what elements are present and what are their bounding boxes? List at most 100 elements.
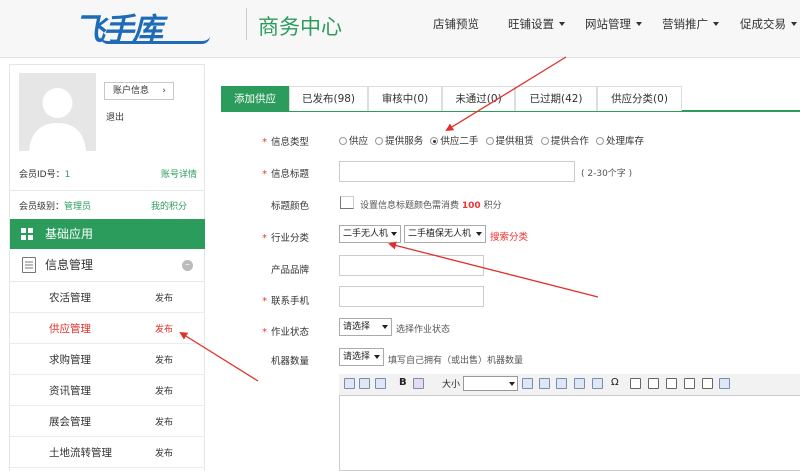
radio-cooperation[interactable]: 提供合作 (540, 136, 589, 147)
publish-link[interactable]: 发布 (155, 384, 173, 397)
work-status-select[interactable]: 请选择 (339, 318, 392, 336)
radio-secondhand[interactable]: 供应二手 (430, 136, 478, 147)
menu-label[interactable]: 求购管理 (49, 352, 91, 367)
sidebar-basic-app[interactable]: 基础应用 (10, 219, 205, 249)
menu-item-supply[interactable] (10, 313, 205, 344)
chevron-right-icon: › (162, 86, 166, 96)
title-hint: ( 2-30个字 ) (581, 169, 633, 179)
avatar (19, 73, 96, 151)
member-id-label: 会员ID号：1 (19, 170, 71, 180)
machine-count-label: 机器数量 (270, 356, 309, 367)
sidebar-info-management[interactable]: 信息管理 (10, 249, 205, 282)
publish-link[interactable]: 发布 (155, 415, 173, 428)
horizontal-rule-icon[interactable] (592, 378, 603, 389)
brand-input[interactable] (339, 255, 484, 276)
radio-icon[interactable] (540, 137, 549, 145)
tab-under-review[interactable]: 审核中(0) (368, 86, 442, 111)
title-color-hint: 设置信息标题颜色需消费 100 积分 (360, 201, 502, 211)
nav-trade[interactable]: 促成交易 (740, 16, 797, 32)
menu-item-purchase[interactable] (10, 344, 205, 375)
my-points-link[interactable]: 我的积分 (151, 199, 187, 212)
menu-item-farm-work[interactable] (10, 282, 205, 313)
align-right-icon[interactable] (666, 378, 677, 389)
color-picker-icon[interactable] (340, 196, 354, 209)
source-icon[interactable] (344, 378, 355, 389)
category-select-1[interactable]: 二手无人机 (339, 225, 401, 243)
radio-service[interactable]: 提供服务 (375, 136, 423, 147)
caret-down-icon (713, 22, 719, 26)
special-char-button[interactable]: Ω (611, 377, 619, 388)
collapse-icon[interactable]: – (182, 260, 193, 271)
phone-label: * 联系手机 (262, 296, 309, 307)
radio-supply[interactable]: 供应 (339, 136, 368, 147)
brand-label: 产品品牌 (270, 265, 309, 276)
font-color-icon[interactable] (413, 378, 424, 389)
radio-clearance[interactable]: 处理库存 (596, 136, 644, 147)
tab-add-supply[interactable]: 添加供应 (221, 86, 289, 111)
search-category-link[interactable]: 搜索分类 (490, 229, 528, 243)
font-size-select[interactable] (463, 376, 518, 391)
category-select-2[interactable]: 二手植保无人机 (404, 225, 486, 243)
select-arrow-icon (476, 232, 482, 236)
nav-shop-settings[interactable]: 旺铺设置 (508, 16, 565, 32)
menu-label[interactable]: 资讯管理 (49, 383, 91, 398)
header-divider (246, 8, 247, 40)
radio-icon[interactable] (339, 137, 347, 145)
table-icon[interactable] (574, 378, 585, 389)
menu-label-active[interactable]: 供应管理 (49, 321, 91, 336)
machine-count-select[interactable]: 请选择 (339, 348, 384, 366)
radio-rental[interactable]: 提供租赁 (485, 136, 534, 147)
paste-icon[interactable] (375, 378, 386, 389)
nav-site-management[interactable]: 网站管理 (585, 16, 642, 32)
editor-toolbar (339, 374, 800, 396)
align-center-icon[interactable] (648, 378, 659, 389)
tab-published[interactable]: 已发布(98) (289, 86, 368, 111)
bold-button[interactable]: B (399, 377, 407, 388)
title-label: * 信息标题 (262, 169, 309, 180)
copy-icon[interactable] (359, 378, 370, 389)
menu-item-news[interactable] (10, 375, 205, 406)
select-arrow-icon (509, 382, 515, 386)
tab-expired[interactable]: 已过期(42) (515, 86, 597, 111)
tab-supply-category[interactable]: 供应分类(0) (597, 86, 682, 111)
document-list-icon (22, 257, 36, 273)
work-status-label: * 作业状态 (262, 327, 309, 338)
logout-link[interactable]: 退出 (106, 110, 124, 123)
category-label: * 行业分类 (262, 233, 309, 244)
radio-checked-icon[interactable] (430, 137, 439, 145)
publish-link[interactable]: 发布 (155, 291, 173, 304)
menu-item-exhibition[interactable] (10, 406, 205, 437)
fullscreen-icon[interactable] (719, 378, 730, 389)
radio-icon[interactable] (596, 137, 605, 145)
grid-icon (21, 228, 33, 240)
menu-label[interactable]: 土地流转管理 (49, 445, 112, 460)
nav-shop-preview[interactable]: 店铺预览 (433, 16, 479, 32)
menu-label[interactable]: 展会管理 (49, 414, 91, 429)
radio-icon[interactable] (485, 137, 494, 145)
nav-marketing[interactable]: 营销推广 (662, 16, 719, 32)
page-title: 商务中心 (258, 15, 342, 39)
publish-link[interactable]: 发布 (155, 353, 173, 366)
eraser-icon[interactable] (684, 378, 695, 389)
link-icon[interactable] (522, 378, 533, 389)
align-left-icon[interactable] (630, 378, 641, 389)
attachment-icon[interactable] (702, 378, 713, 389)
caret-down-icon (559, 22, 565, 26)
publish-link[interactable]: 发布 (155, 446, 173, 459)
work-status-hint: 选择作业状态 (396, 325, 451, 335)
info-type-radio-group: 供应 提供服务 供应二手 提供租赁 提供合作 处理库存 (339, 133, 648, 147)
publish-link-active[interactable]: 发布 (155, 322, 173, 335)
member-level-label: 会员级别：管理员 (19, 202, 92, 212)
account-info-button[interactable]: 账户信息 › (104, 82, 174, 100)
tab-rejected[interactable]: 未通过(0) (442, 86, 515, 111)
select-arrow-icon (382, 325, 388, 329)
image-icon[interactable] (556, 378, 567, 389)
title-input[interactable] (339, 161, 575, 182)
phone-input[interactable] (339, 286, 484, 307)
user-silhouette-icon (29, 88, 86, 151)
radio-icon[interactable] (375, 137, 384, 145)
menu-label[interactable]: 农活管理 (49, 290, 91, 305)
account-detail-link[interactable]: 账号详情 (161, 167, 197, 180)
unlink-icon[interactable] (539, 378, 550, 389)
font-size-label: 大小 (442, 380, 461, 390)
